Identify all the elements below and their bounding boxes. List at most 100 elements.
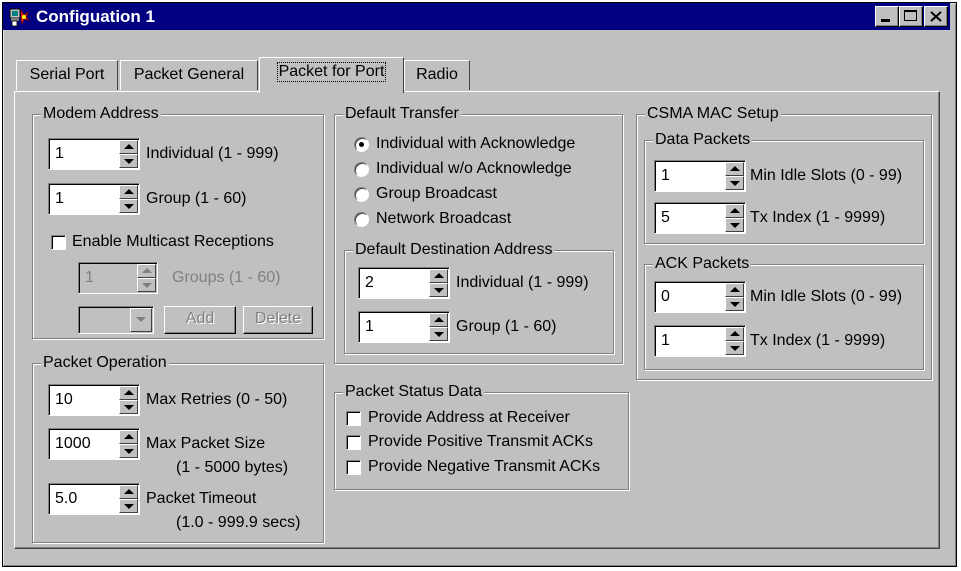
provide-negative-acks-checkbox[interactable] xyxy=(346,460,361,475)
add-button[interactable]: Add xyxy=(164,306,236,334)
spinner-value: 1000 xyxy=(55,435,91,452)
spin-down-button[interactable] xyxy=(119,499,138,513)
tab-packet-for-port[interactable]: Packet for Port xyxy=(259,57,404,93)
chevron-down-icon[interactable] xyxy=(130,308,152,332)
spin-up-button[interactable] xyxy=(137,264,156,278)
spin-down-button[interactable] xyxy=(725,341,744,355)
group-legend: Packet Status Data xyxy=(343,382,484,402)
destination-group-label: Group (1 - 60) xyxy=(456,318,557,335)
radio-network-broadcast[interactable] xyxy=(354,212,369,227)
destination-group-spinner[interactable]: 1 xyxy=(358,311,450,343)
close-button[interactable] xyxy=(924,6,948,27)
tab-serial-port[interactable]: Serial Port xyxy=(16,60,118,90)
provide-positive-acks-checkbox[interactable] xyxy=(346,435,361,450)
spin-down-button[interactable] xyxy=(725,218,744,232)
max-packet-size-spinner[interactable]: 1000 xyxy=(48,428,140,460)
radio-group-broadcast[interactable] xyxy=(354,187,369,202)
window-title: Configuation 1 xyxy=(36,7,155,26)
spin-up-button[interactable] xyxy=(725,327,744,341)
max-retries-label: Max Retries (0 - 50) xyxy=(146,391,288,408)
ack-tx-index-label: Tx Index (1 - 9999) xyxy=(750,332,886,349)
radio-individual-with-ack[interactable] xyxy=(354,137,369,152)
spin-down-button[interactable] xyxy=(429,283,448,297)
packet-timeout-spinner[interactable]: 5.0 xyxy=(48,483,140,515)
group-legend: Modem Address xyxy=(41,104,161,124)
spin-down-button[interactable] xyxy=(725,176,744,190)
checkbox-label: Provide Address at Receiver xyxy=(368,409,570,426)
packet-timeout-range: (1.0 - 999.9 secs) xyxy=(176,514,301,531)
close-icon xyxy=(930,11,942,22)
spin-up-button[interactable] xyxy=(119,485,138,499)
spinner-value: 5 xyxy=(661,209,670,226)
radio-label: Network Broadcast xyxy=(376,210,512,227)
group-legend: Default Destination Address xyxy=(353,240,555,260)
delete-button-label: Delete xyxy=(254,310,302,327)
spin-up-button[interactable] xyxy=(119,185,138,199)
spin-up-button[interactable] xyxy=(119,386,138,400)
data-min-idle-label: Min Idle Slots (0 - 99) xyxy=(750,167,903,184)
spin-down-button[interactable] xyxy=(119,199,138,213)
max-packet-size-label: Max Packet Size xyxy=(146,435,266,452)
groups-label: Groups (1 - 60) xyxy=(172,269,281,286)
tab-label: Serial Port xyxy=(29,66,105,83)
ack-min-idle-label: Min Idle Slots (0 - 99) xyxy=(750,288,903,305)
delete-button[interactable]: Delete xyxy=(243,306,313,334)
spinner-value: 0 xyxy=(661,288,670,305)
minimize-icon xyxy=(881,19,890,22)
enable-multicast-label: Enable Multicast Receptions xyxy=(72,233,274,250)
spin-up-button[interactable] xyxy=(119,140,138,154)
ack-min-idle-spinner[interactable]: 0 xyxy=(654,281,746,313)
minimize-button[interactable] xyxy=(875,6,899,27)
group-legend: Default Transfer xyxy=(343,104,461,124)
spin-down-button[interactable] xyxy=(119,444,138,458)
radio-label: Individual w/o Acknowledge xyxy=(376,160,572,177)
add-button-label: Add xyxy=(185,310,215,327)
spinner-value: 10 xyxy=(55,391,73,408)
spinner-value: 1 xyxy=(365,318,374,335)
spin-down-button[interactable] xyxy=(119,154,138,168)
destination-individual-spinner[interactable]: 2 xyxy=(358,267,450,299)
groups-spinner[interactable]: 1 xyxy=(78,262,158,294)
spinner-value: 1 xyxy=(55,190,64,207)
groups-dropdown[interactable] xyxy=(78,306,154,334)
spin-down-button[interactable] xyxy=(119,400,138,414)
tab-label: Packet for Port xyxy=(276,62,387,82)
spinner-value: 1 xyxy=(661,332,670,349)
modem-group-label: Group (1 - 60) xyxy=(146,190,247,207)
max-retries-spinner[interactable]: 10 xyxy=(48,384,140,416)
tab-radio[interactable]: Radio xyxy=(404,60,470,90)
group-legend: Data Packets xyxy=(653,130,753,150)
modem-individual-spinner[interactable]: 1 xyxy=(48,138,140,170)
data-min-idle-spinner[interactable]: 1 xyxy=(654,160,746,192)
modem-group-spinner[interactable]: 1 xyxy=(48,183,140,215)
provide-address-checkbox[interactable] xyxy=(346,411,361,426)
tab-packet-general[interactable]: Packet General xyxy=(120,60,258,90)
group-legend: CSMA MAC Setup xyxy=(645,104,781,124)
spinner-value: 1 xyxy=(661,167,670,184)
packet-timeout-label: Packet Timeout xyxy=(146,490,257,507)
checkbox-label: Provide Positive Transmit ACKs xyxy=(368,433,593,450)
spin-down-button[interactable] xyxy=(137,278,156,292)
spin-up-button[interactable] xyxy=(725,204,744,218)
spin-up-button[interactable] xyxy=(725,162,744,176)
spin-down-button[interactable] xyxy=(429,327,448,341)
ack-tx-index-spinner[interactable]: 1 xyxy=(654,325,746,357)
spin-up-button[interactable] xyxy=(119,430,138,444)
spinner-value: 1 xyxy=(55,145,64,162)
spin-up-button[interactable] xyxy=(725,283,744,297)
spin-up-button[interactable] xyxy=(429,313,448,327)
maximize-icon xyxy=(904,10,917,21)
app-icon xyxy=(9,8,30,27)
destination-individual-label: Individual (1 - 999) xyxy=(456,274,589,291)
tab-label: Radio xyxy=(416,66,458,83)
spin-up-button[interactable] xyxy=(429,269,448,283)
maximize-button[interactable] xyxy=(899,6,923,27)
radio-individual-without-ack[interactable] xyxy=(354,162,369,177)
enable-multicast-checkbox[interactable] xyxy=(51,235,66,250)
title-bar[interactable]: Configuation 1 xyxy=(3,3,950,30)
spinner-value: 2 xyxy=(365,274,374,291)
modem-individual-label: Individual (1 - 999) xyxy=(146,145,279,162)
data-tx-index-spinner[interactable]: 5 xyxy=(654,202,746,234)
radio-label: Group Broadcast xyxy=(376,185,497,202)
spin-down-button[interactable] xyxy=(725,297,744,311)
